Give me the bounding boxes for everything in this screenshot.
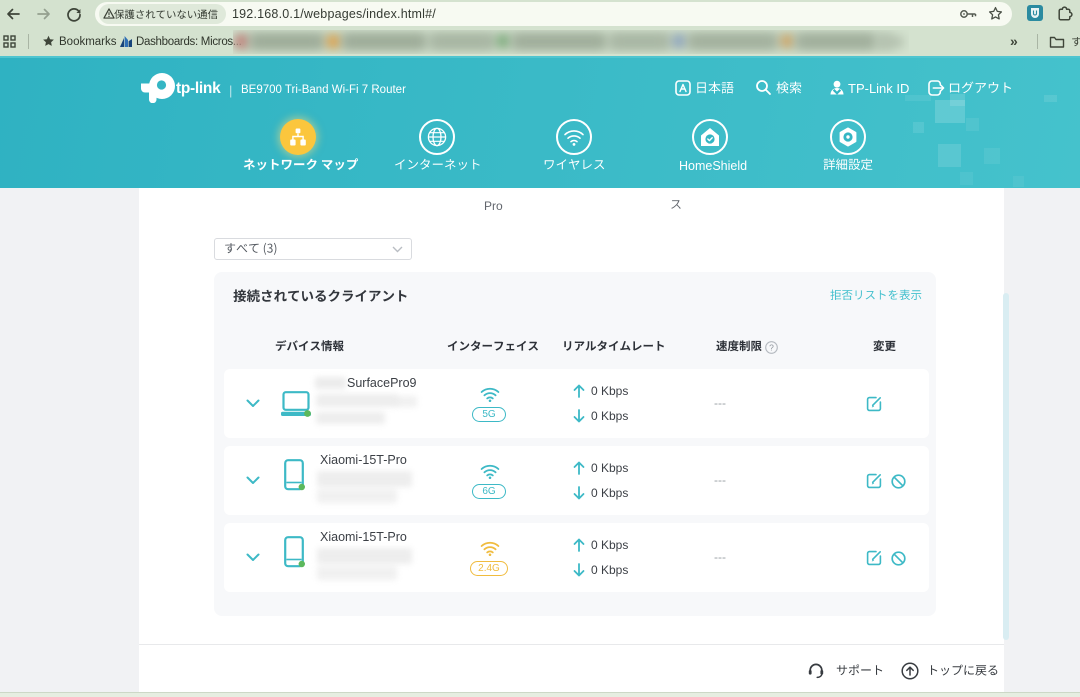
svg-text:?: ? <box>769 342 774 352</box>
